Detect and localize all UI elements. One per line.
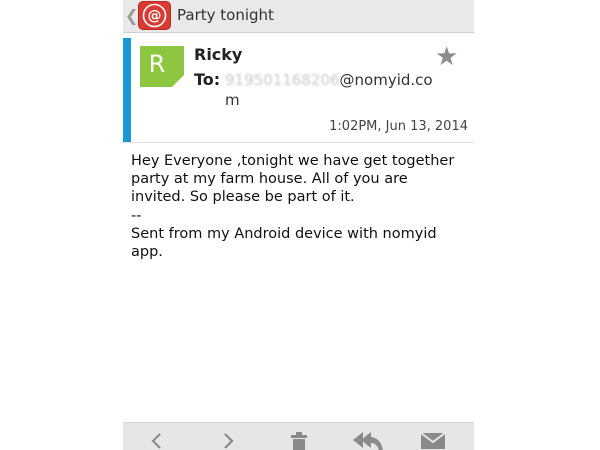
email-screen: ❮ @ Party tonight R Ricky To: 9195011682… <box>123 0 474 450</box>
avatar-corner <box>172 75 184 87</box>
signature-separator: -- <box>131 207 142 224</box>
previous-icon[interactable] <box>150 431 164 450</box>
divider <box>123 142 474 143</box>
body-paragraph: Hey Everyone ,tonight we have get togeth… <box>131 153 455 206</box>
page-title: Party tonight <box>177 6 274 24</box>
to-label: To: <box>194 70 221 89</box>
next-icon[interactable] <box>221 431 235 450</box>
action-bar: ❮ @ Party tonight <box>123 0 474 33</box>
avatar-letter: R <box>148 50 166 78</box>
mail-icon[interactable] <box>420 431 451 450</box>
message-body: Hey Everyone ,tonight we have get togeth… <box>131 152 466 261</box>
reply-all-icon[interactable] <box>351 431 385 450</box>
svg-text:@: @ <box>148 8 162 24</box>
accent-bar <box>123 38 131 142</box>
at-sign-icon[interactable]: @ <box>138 1 171 30</box>
delete-icon[interactable] <box>289 431 309 450</box>
star-icon[interactable]: ★ <box>435 42 458 72</box>
bottom-toolbar <box>123 422 474 450</box>
chevron-left-icon[interactable]: ❮ <box>125 6 138 25</box>
message-header: R Ricky To: 919501168206@nomyid.com ★ 1:… <box>123 38 474 142</box>
signature: Sent from my Android device with nomyid … <box>131 225 437 261</box>
recipient-address[interactable]: 919501168206@nomyid.com <box>225 70 433 110</box>
sender-name[interactable]: Ricky <box>194 45 242 64</box>
avatar[interactable]: R <box>140 46 184 87</box>
redacted-recipient: 919501168206 <box>225 71 340 89</box>
timestamp: 1:02PM, Jun 13, 2014 <box>329 119 468 134</box>
